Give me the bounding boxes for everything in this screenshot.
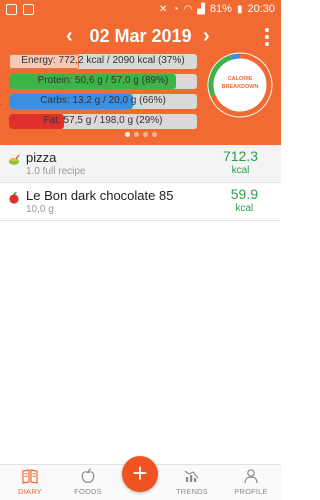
nav-trends[interactable]: TRENDS	[164, 468, 220, 496]
donut-segment-carbs	[230, 53, 241, 60]
trend-chart-icon	[184, 470, 199, 482]
person-icon	[244, 469, 258, 484]
wifi-icon: ◠	[183, 3, 193, 15]
page-dot	[124, 132, 130, 137]
energy-label: Energy: 772,2 kcal / 2090 kcal (37%)	[21, 55, 185, 66]
apple-icon	[9, 192, 19, 204]
nav-profile[interactable]: PROFILE	[223, 468, 279, 496]
nav-diary-label: DIARY	[18, 487, 42, 496]
item-name: Le Bon dark chocolate 85	[26, 188, 174, 203]
battery-icon: ▮	[236, 3, 243, 15]
item-kcal-value: 59.9	[230, 186, 258, 202]
item-kcal-unit: kcal	[235, 203, 254, 214]
recipe-bowl-icon	[8, 154, 20, 165]
calorie-breakdown-label: CALORIE BREAKDOWN	[206, 75, 274, 91]
item-quantity: 1.0 full recipe	[26, 166, 86, 177]
apple-outline-icon	[81, 468, 95, 483]
alarm-icon: ◔	[172, 3, 179, 15]
protein-label: Protein: 50,6 g / 57,0 g (89%)	[37, 75, 169, 86]
list-item[interactable]: pizza 1.0 full recipe 712.3 kcal	[0, 145, 281, 183]
diary-header: ‹ 02 Mar 2019 › Energy: 772,2 kcal / 209…	[0, 20, 281, 145]
protein-bar: Protein: 50,6 g / 57,0 g (89%)	[9, 74, 197, 89]
donut-label-line1: CALORIE	[227, 76, 253, 82]
image-notification-icon	[23, 4, 34, 15]
list-item[interactable]: Le Bon dark chocolate 85 10,0 g 59.9 kca…	[0, 183, 281, 221]
nav-diary[interactable]: DIARY	[2, 468, 58, 496]
page-dot	[133, 132, 139, 137]
clock: 20:30	[247, 3, 275, 15]
mute-icon: ✕	[159, 3, 168, 15]
nav-trends-label: TRENDS	[175, 487, 209, 496]
page-indicator	[0, 132, 281, 137]
battery-percent: 81%	[209, 3, 232, 15]
chevron-right-icon[interactable]: ›	[203, 25, 210, 48]
nav-profile-label: PROFILE	[234, 487, 268, 496]
gallery-notification-icon	[6, 4, 17, 15]
donut-label-line2: BREAKDOWN	[221, 84, 259, 90]
book-icon	[22, 469, 38, 484]
item-quantity: 10,0 g	[26, 204, 54, 215]
diary-list: pizza 1.0 full recipe 712.3 kcal Le Bon …	[0, 145, 281, 221]
item-calories: 59.9 kcal	[231, 186, 258, 214]
signal-icon: ▟	[197, 3, 205, 15]
item-kcal-unit: kcal	[231, 165, 250, 176]
fat-label: Fat: 57,5 g / 198,0 g (29%)	[43, 115, 163, 126]
nav-foods-label: FOODS	[74, 487, 102, 496]
carbs-label: Carbs: 13,2 g / 20,0 g (66%)	[40, 95, 166, 106]
add-food-button[interactable]: +	[122, 456, 158, 492]
page-dot	[142, 132, 148, 137]
nutrient-bars: Energy: 772,2 kcal / 2090 kcal (37%) Pro…	[9, 54, 197, 134]
page-dot	[151, 132, 157, 137]
more-vertical-icon[interactable]	[265, 28, 269, 46]
carbs-bar: Carbs: 13,2 g / 20,0 g (66%)	[9, 94, 197, 109]
date-title[interactable]: 02 Mar 2019	[0, 26, 281, 47]
app-screen: ✕ ◔ ◠ ▟ 81% ▮ 20:30 ‹ 02 Mar 2019 › Ener…	[0, 0, 281, 500]
calorie-breakdown-button[interactable]: CALORIE BREAKDOWN	[206, 51, 274, 119]
item-kcal-value: 712.3	[222, 148, 258, 164]
fat-bar: Fat: 57,5 g / 198,0 g (29%)	[9, 114, 197, 129]
item-calories: 712.3 kcal	[223, 148, 258, 176]
status-bar: ✕ ◔ ◠ ▟ 81% ▮ 20:30	[0, 0, 281, 20]
nav-foods[interactable]: FOODS	[60, 468, 116, 496]
energy-bar: Energy: 772,2 kcal / 2090 kcal (37%)	[9, 54, 197, 69]
item-name: pizza	[26, 150, 57, 165]
